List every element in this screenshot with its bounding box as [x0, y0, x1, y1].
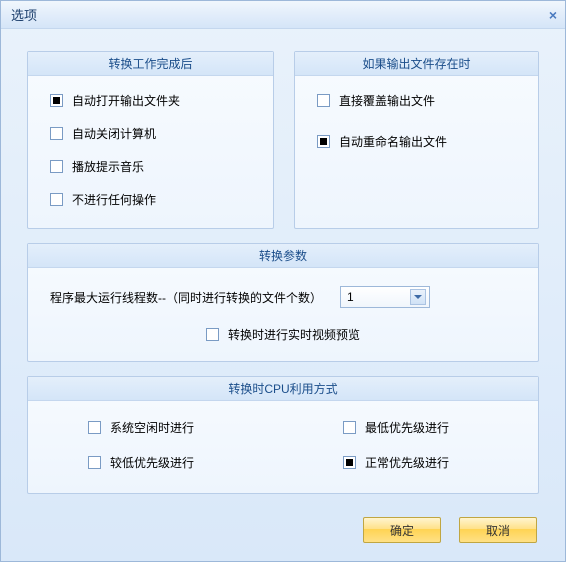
checkbox-icon[interactable] — [88, 421, 101, 434]
close-icon[interactable]: × — [549, 7, 557, 23]
checkbox-icon[interactable] — [206, 328, 219, 341]
opt-do-nothing[interactable]: 不进行任何操作 — [50, 191, 257, 208]
dialog-footer: 确定 取消 — [1, 517, 565, 561]
opt-cpu-low[interactable]: 较低优先级进行 — [88, 454, 194, 471]
group-cpu-usage: 转换时CPU利用方式 系统空闲时进行 较低优先级进行 — [27, 376, 539, 494]
checkbox-icon[interactable] — [317, 94, 330, 107]
checkbox-icon[interactable] — [50, 160, 63, 173]
opt-shutdown[interactable]: 自动关闭计算机 — [50, 125, 257, 142]
opt-open-output-folder[interactable]: 自动打开输出文件夹 — [50, 92, 257, 109]
group-after-title: 转换工作完成后 — [28, 52, 273, 76]
checkbox-icon[interactable] — [317, 135, 330, 148]
group-file-exists: 如果输出文件存在时 直接覆盖输出文件 自动重命名输出文件 — [294, 51, 539, 229]
opt-cpu-idle[interactable]: 系统空闲时进行 — [88, 419, 194, 436]
options-dialog: 选项 × 转换工作完成后 自动打开输出文件夹 自动关闭计算机 — [0, 0, 566, 562]
checkbox-icon[interactable] — [50, 94, 63, 107]
threads-row: 程序最大运行线程数--（同时进行转换的文件个数） 1 — [50, 286, 516, 308]
opt-play-sound[interactable]: 播放提示音乐 — [50, 158, 257, 175]
group-after-conversion: 转换工作完成后 自动打开输出文件夹 自动关闭计算机 播放提示音乐 — [27, 51, 274, 229]
checkbox-icon[interactable] — [343, 421, 356, 434]
checkbox-icon[interactable] — [50, 127, 63, 140]
content-area: 转换工作完成后 自动打开输出文件夹 自动关闭计算机 播放提示音乐 — [1, 29, 565, 517]
opt-auto-rename[interactable]: 自动重命名输出文件 — [317, 133, 522, 150]
opt-cpu-lowest[interactable]: 最低优先级进行 — [343, 419, 449, 436]
checkbox-icon[interactable] — [88, 456, 101, 469]
checkbox-icon[interactable] — [343, 456, 356, 469]
ok-button[interactable]: 确定 — [363, 517, 441, 543]
opt-cpu-normal[interactable]: 正常优先级进行 — [343, 454, 449, 471]
group-cpu-title: 转换时CPU利用方式 — [28, 377, 538, 401]
opt-overwrite[interactable]: 直接覆盖输出文件 — [317, 92, 522, 109]
checkbox-icon[interactable] — [50, 193, 63, 206]
threads-label: 程序最大运行线程数--（同时进行转换的文件个数） — [50, 289, 322, 306]
threads-combobox[interactable]: 1 — [340, 286, 430, 308]
opt-realtime-preview[interactable]: 转换时进行实时视频预览 — [206, 326, 360, 343]
group-conversion-params: 转换参数 程序最大运行线程数--（同时进行转换的文件个数） 1 转换时进行实时视… — [27, 243, 539, 362]
threads-value: 1 — [347, 290, 354, 304]
titlebar: 选项 × — [1, 1, 565, 29]
group-exists-title: 如果输出文件存在时 — [295, 52, 538, 76]
window-title: 选项 — [11, 5, 37, 24]
chevron-down-icon[interactable] — [410, 289, 426, 305]
group-params-title: 转换参数 — [28, 244, 538, 268]
cancel-button[interactable]: 取消 — [459, 517, 537, 543]
